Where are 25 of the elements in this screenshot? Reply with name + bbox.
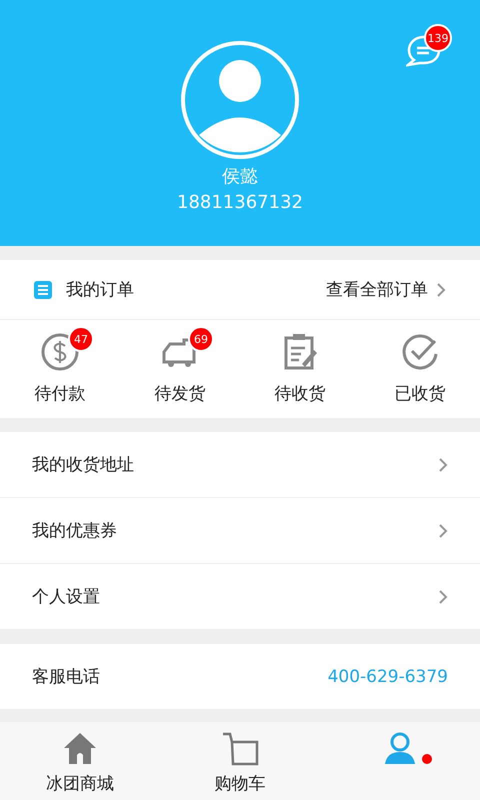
user-name: 侯懿 — [222, 165, 258, 188]
message-count-badge: 139 — [424, 24, 452, 52]
service-label: 客服电话 — [32, 666, 101, 688]
tab-item[interactable]: 冰团商城 — [0, 722, 160, 800]
count-badge: 69 — [188, 326, 214, 352]
section-title: 我的订单 — [66, 279, 135, 301]
order-status-item[interactable]: 待发货 69 — [120, 320, 240, 418]
order-status-item[interactable]: 待付款 47 — [0, 320, 120, 418]
chevron-right-icon — [436, 282, 446, 298]
checkmark-circle-icon — [400, 332, 440, 372]
chevron-right-icon — [438, 588, 448, 604]
chevron-right-icon — [438, 522, 448, 538]
user-phone: 18811367132 — [177, 192, 303, 213]
view-all-orders-link[interactable]: 查看全部订单 — [326, 278, 446, 301]
chevron-right-icon — [438, 456, 448, 472]
avatar-icon[interactable] — [180, 40, 300, 160]
tab-item[interactable]: 购物车 — [160, 722, 320, 800]
list-icon — [34, 280, 52, 298]
menu-item[interactable]: 我的收货地址 — [0, 432, 480, 498]
menu-item[interactable]: 个人设置 — [0, 564, 480, 630]
count-badge: 47 — [68, 326, 94, 352]
shopping-cart-icon — [221, 730, 259, 768]
order-status-item[interactable]: 已收货 — [360, 320, 480, 418]
menu-item[interactable]: 我的优惠券 — [0, 498, 480, 564]
order-status-item[interactable]: 待收货 — [240, 320, 360, 418]
